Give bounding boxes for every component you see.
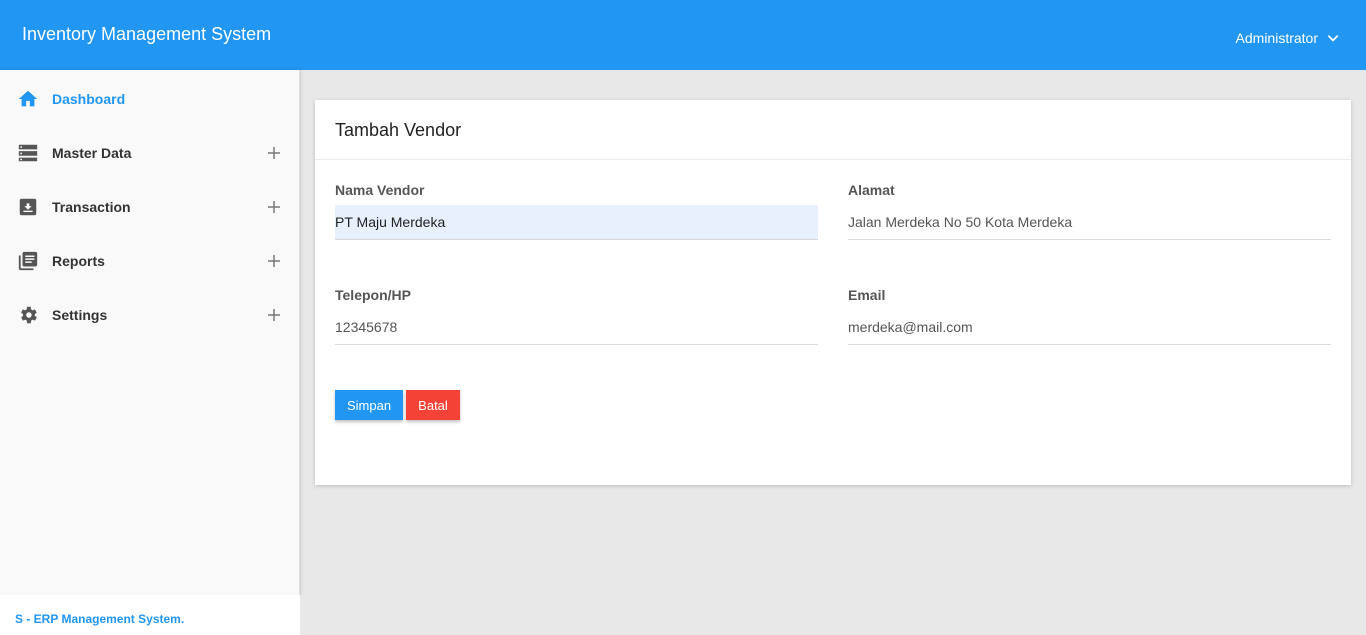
chevron-down-icon [1327, 35, 1339, 42]
footer-text: S - ERP Management System. [15, 612, 185, 626]
email-input[interactable] [848, 310, 1331, 345]
divider [315, 159, 1351, 160]
sidebar-item-dashboard[interactable]: Dashboard [0, 72, 299, 126]
vendor-form-card: Tambah Vendor Nama Vendor Alamat Telepon… [315, 100, 1351, 485]
sidebar-item-transaction[interactable]: Transaction [0, 180, 299, 234]
vendor-name-input[interactable] [335, 205, 818, 240]
sidebar: Dashboard Master Data Transaction Report… [0, 70, 300, 595]
gear-icon [17, 304, 39, 326]
phone-input[interactable] [335, 310, 818, 345]
page-title: Tambah Vendor [335, 120, 462, 140]
sidebar-item-master-data[interactable]: Master Data [0, 126, 299, 180]
plus-icon[interactable] [266, 307, 282, 323]
plus-icon[interactable] [266, 145, 282, 161]
sidebar-item-label: Master Data [52, 145, 132, 161]
list-icon [17, 142, 39, 164]
sidebar-item-label: Reports [52, 253, 105, 269]
sidebar-item-settings[interactable]: Settings [0, 288, 299, 342]
library-icon [17, 250, 39, 272]
sidebar-footer: S - ERP Management System. [0, 595, 300, 635]
sidebar-item-label: Dashboard [52, 91, 126, 107]
email-label: Email [848, 287, 886, 303]
top-app-bar: Inventory Management System Administrato… [0, 0, 1366, 70]
archive-icon [17, 196, 39, 218]
sidebar-item-reports[interactable]: Reports [0, 234, 299, 288]
sidebar-item-label: Transaction [52, 199, 131, 215]
address-input[interactable] [848, 205, 1331, 240]
user-menu[interactable]: Administrator [1236, 30, 1340, 46]
address-label: Alamat [848, 182, 895, 198]
cancel-button[interactable]: Batal [406, 390, 460, 420]
user-name: Administrator [1235, 30, 1318, 46]
sidebar-item-label: Settings [52, 307, 108, 323]
plus-icon[interactable] [266, 253, 282, 269]
save-button[interactable]: Simpan [335, 390, 403, 420]
plus-icon[interactable] [266, 199, 282, 215]
app-title: Inventory Management System [22, 24, 272, 44]
vendor-name-label: Nama Vendor [335, 182, 425, 198]
phone-label: Telepon/HP [335, 287, 411, 303]
home-icon [17, 88, 39, 110]
